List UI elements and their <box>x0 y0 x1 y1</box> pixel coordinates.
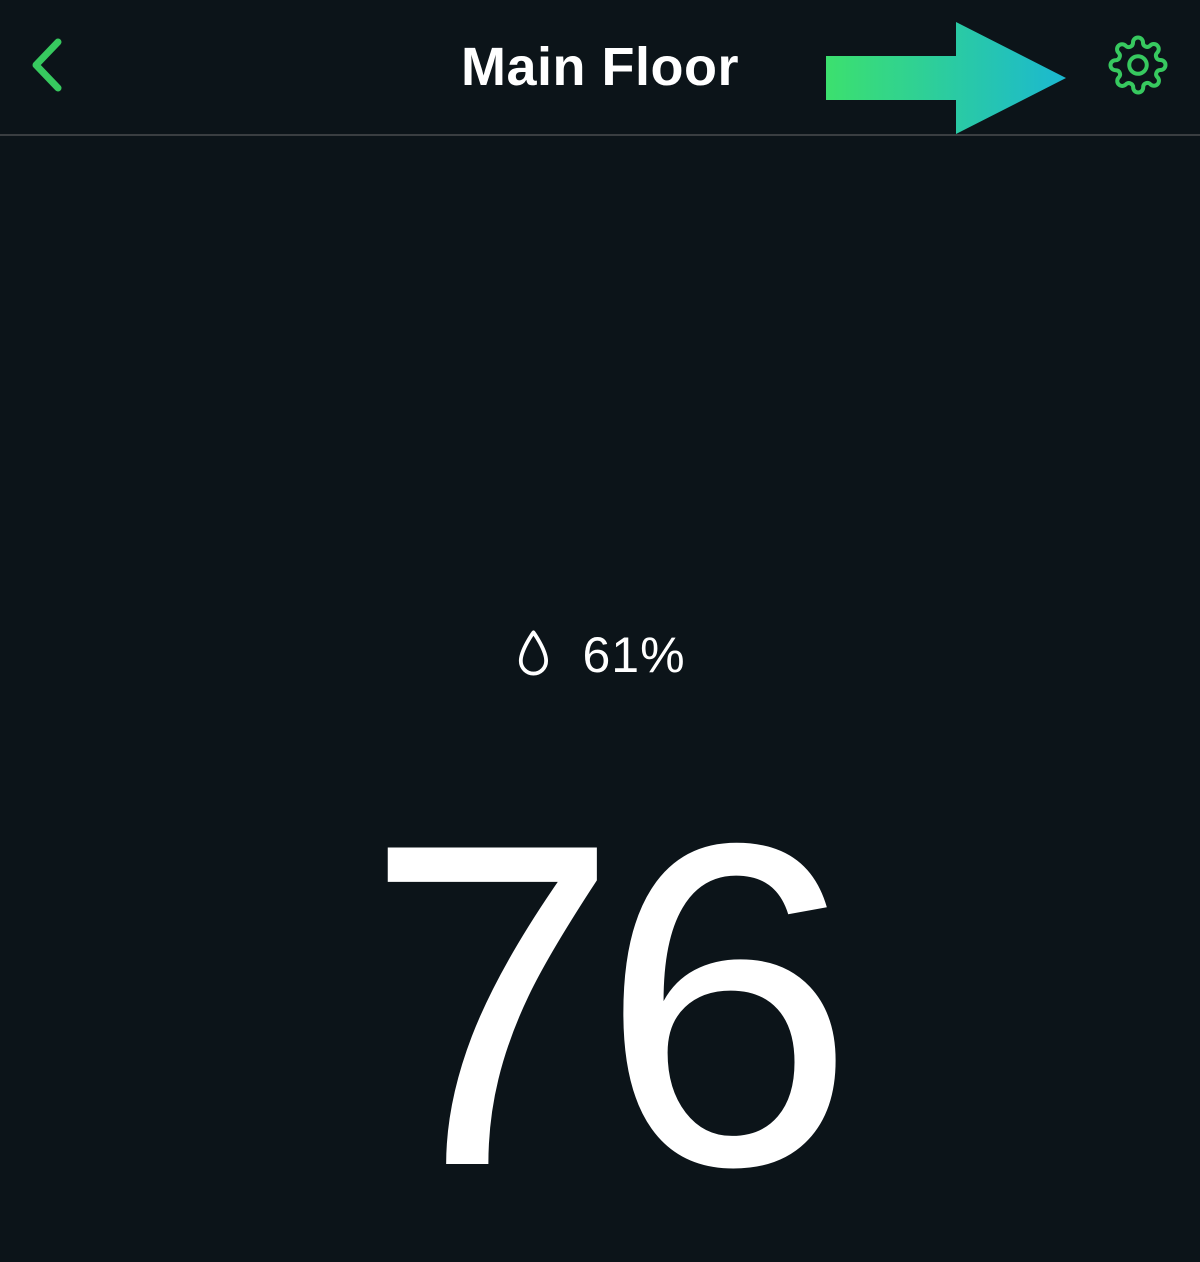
temperature-value: 76 <box>364 776 836 1236</box>
main-content: 61% 76 <box>0 136 1200 1001</box>
chevron-left-icon <box>26 36 66 99</box>
header-bar: Main Floor <box>0 0 1200 136</box>
droplet-icon <box>514 629 552 682</box>
settings-button[interactable] <box>1106 35 1170 99</box>
back-button[interactable] <box>22 37 70 97</box>
humidity-value: 61% <box>582 626 685 684</box>
humidity-display: 61% <box>514 626 685 684</box>
gear-icon <box>1108 35 1168 100</box>
page-title: Main Floor <box>461 36 739 98</box>
